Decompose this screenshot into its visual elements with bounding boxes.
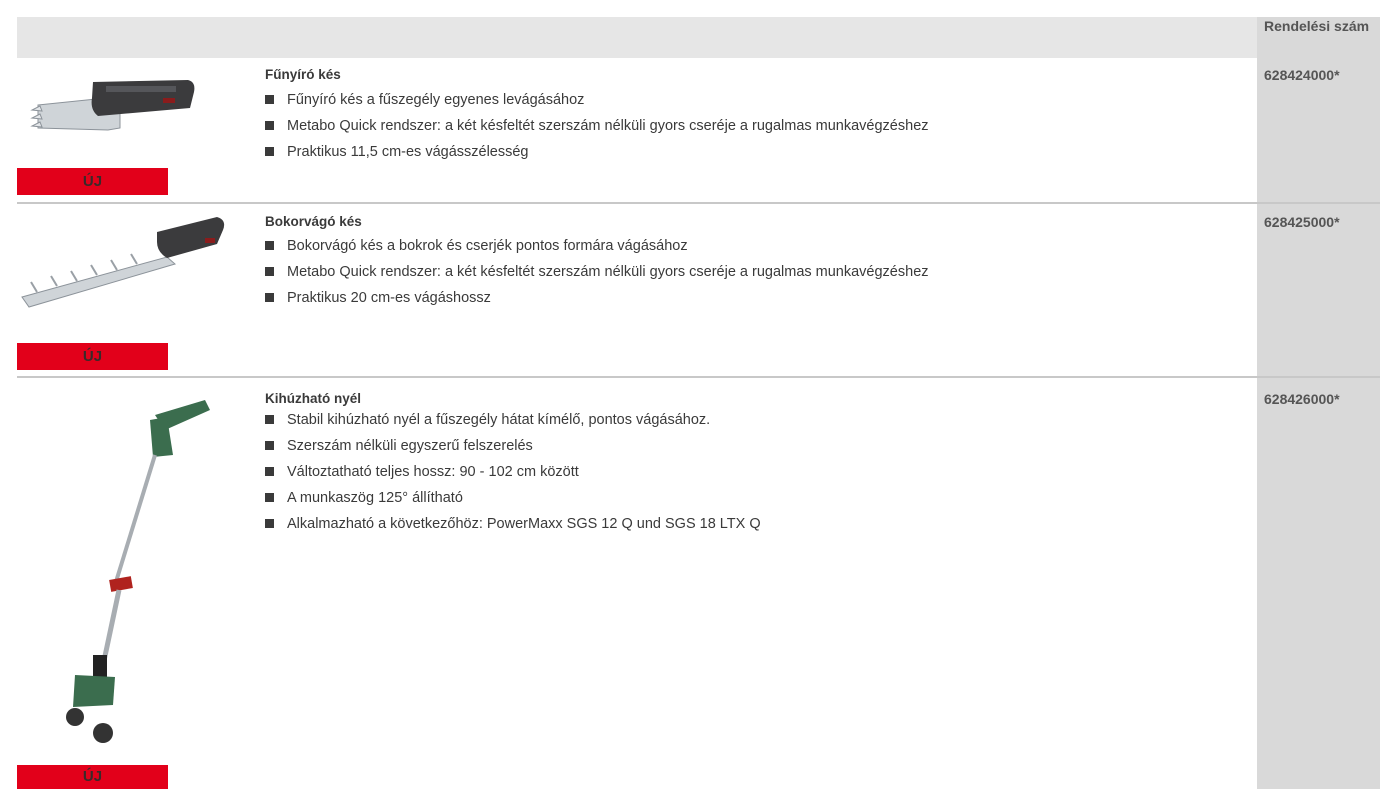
feature-item: Fűnyíró kés a fűszegély egyenes levágásá… bbox=[265, 87, 929, 113]
feature-item: A munkaszög 125° állítható bbox=[265, 485, 761, 511]
product-title: Bokorvágó kés bbox=[265, 214, 362, 229]
row-divider bbox=[17, 376, 1380, 378]
feature-list: Fűnyíró kés a fűszegély egyenes levágásá… bbox=[265, 87, 929, 165]
feature-list: Bokorvágó kés a bokrok és cserjék pontos… bbox=[265, 233, 929, 311]
grass-shear-blade-image bbox=[30, 80, 195, 131]
feature-list: Stabil kihúzható nyél a fűszegély hátat … bbox=[265, 407, 761, 537]
table-header-bar bbox=[17, 17, 1380, 58]
feature-item: Metabo Quick rendszer: a két késfeltét s… bbox=[265, 259, 929, 285]
feature-item: Metabo Quick rendszer: a két késfeltét s… bbox=[265, 113, 929, 139]
row-divider bbox=[17, 202, 1380, 204]
product-title: Kihúzható nyél bbox=[265, 391, 362, 406]
feature-item: Szerszám nélküli egyszerű felszerelés bbox=[265, 433, 761, 459]
order-number: 628426000* bbox=[1264, 391, 1340, 407]
feature-item: Bokorvágó kés a bokrok és cserjék pontos… bbox=[265, 233, 929, 259]
new-badge: ÚJ bbox=[17, 343, 168, 370]
product-title: Fűnyíró kés bbox=[265, 67, 341, 82]
telescopic-handle-image bbox=[66, 400, 210, 743]
feature-item: Praktikus 11,5 cm-es vágásszélesség bbox=[265, 139, 929, 165]
feature-item: Változtatható teljes hossz: 90 - 102 cm … bbox=[265, 459, 761, 485]
order-number: 628424000* bbox=[1264, 67, 1340, 83]
feature-item: Alkalmazható a következőhöz: PowerMaxx S… bbox=[265, 511, 761, 537]
feature-item: Praktikus 20 cm-es vágáshossz bbox=[265, 285, 929, 311]
order-number: 628425000* bbox=[1264, 214, 1340, 230]
order-number-header: Rendelési szám bbox=[1264, 18, 1370, 34]
shrub-shear-blade-image bbox=[21, 217, 225, 308]
order-column bbox=[1257, 58, 1380, 789]
feature-item: Stabil kihúzható nyél a fűszegély hátat … bbox=[265, 407, 761, 433]
new-badge: ÚJ bbox=[17, 168, 168, 195]
new-badge: ÚJ bbox=[17, 765, 168, 789]
